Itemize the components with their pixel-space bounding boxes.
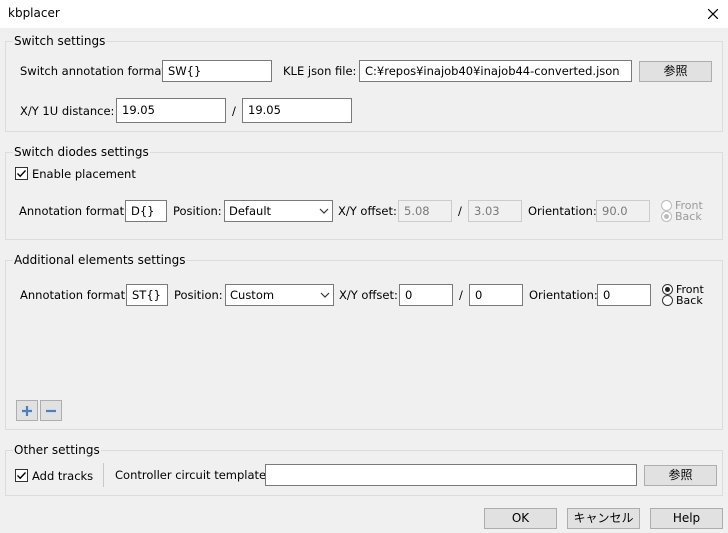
enable-placement-label: Enable placement [32,167,136,181]
additional-offset-y-input[interactable]: 0 [469,284,523,306]
other-divider [103,463,104,487]
additional-offset-label: X/Y offset: [339,288,398,302]
plus-icon [22,405,32,416]
diode-position-value: Default [229,204,272,218]
diode-orientation-input: 90.0 [596,200,650,222]
additional-offset-x-input[interactable]: 0 [399,284,453,306]
distance-separator: / [232,104,236,118]
add-element-button[interactable] [16,400,38,421]
diode-position-select[interactable]: Default [224,200,333,222]
help-button[interactable]: Help [650,508,723,529]
switch-annotation-label: Switch annotation format: [20,64,170,78]
add-tracks-label: Add tracks [32,469,94,483]
additional-annotation-label: Annotation format: [20,288,129,302]
cancel-button[interactable]: キャンセル [567,508,640,529]
diode-annotation-label: Annotation format: [19,204,128,218]
diode-front-radio [661,200,672,211]
additional-position-select[interactable]: Custom [225,284,334,306]
diode-offset-separator: / [458,204,462,218]
window-title: kbplacer [8,6,60,20]
chevron-down-icon [319,208,329,214]
checkmark-icon [17,170,27,178]
template-label: Controller circuit template: [115,468,270,482]
additional-annotation-input[interactable]: ST{} [126,284,168,306]
additional-position-label: Position: [174,288,223,302]
diode-back-radio [661,211,672,222]
additional-position-value: Custom [230,288,275,302]
additional-title: Additional elements settings [13,253,187,267]
switch-annotation-input[interactable]: SW{} [162,60,272,82]
diodes-title: Switch diodes settings [13,145,150,159]
enable-placement-checkbox[interactable] [15,167,28,180]
additional-front-radio[interactable] [662,284,673,295]
kle-json-input[interactable]: C:¥repos¥inajob40¥inajob44-converted.jso… [359,60,632,82]
diode-offset-x-input: 5.08 [398,200,452,222]
close-icon [708,9,718,19]
diode-annotation-input[interactable]: D{} [125,200,167,222]
ok-button[interactable]: OK [484,508,557,529]
other-title: Other settings [13,443,101,457]
template-browse-button[interactable]: 参照 [644,465,717,486]
minus-icon [46,409,56,412]
template-input[interactable] [265,464,637,486]
additional-orientation-input[interactable]: 0 [597,284,651,306]
remove-element-button[interactable] [40,400,62,421]
diode-offset-y-input: 3.03 [468,200,522,222]
title-bar: kbplacer [0,0,728,28]
diode-orientation-label: Orientation: [528,204,597,218]
close-button[interactable] [698,0,728,28]
additional-offset-separator: / [459,288,463,302]
additional-orientation-label: Orientation: [529,288,598,302]
chevron-down-icon [320,292,330,298]
diode-back-label: Back [675,210,702,223]
switch-settings-title: Switch settings [13,34,107,48]
distance-x-input[interactable]: 19.05 [116,98,226,123]
diode-offset-label: X/Y offset: [338,204,397,218]
distance-label: X/Y 1U distance: [20,104,115,118]
additional-back-label: Back [676,294,703,307]
additional-back-radio[interactable] [662,295,673,306]
checkmark-icon [17,472,27,480]
distance-y-input[interactable]: 19.05 [242,98,352,123]
add-tracks-checkbox[interactable] [15,469,28,482]
diode-position-label: Position: [173,204,222,218]
kle-json-label: KLE json file: [283,64,357,78]
kle-browse-button[interactable]: 参照 [639,61,712,82]
